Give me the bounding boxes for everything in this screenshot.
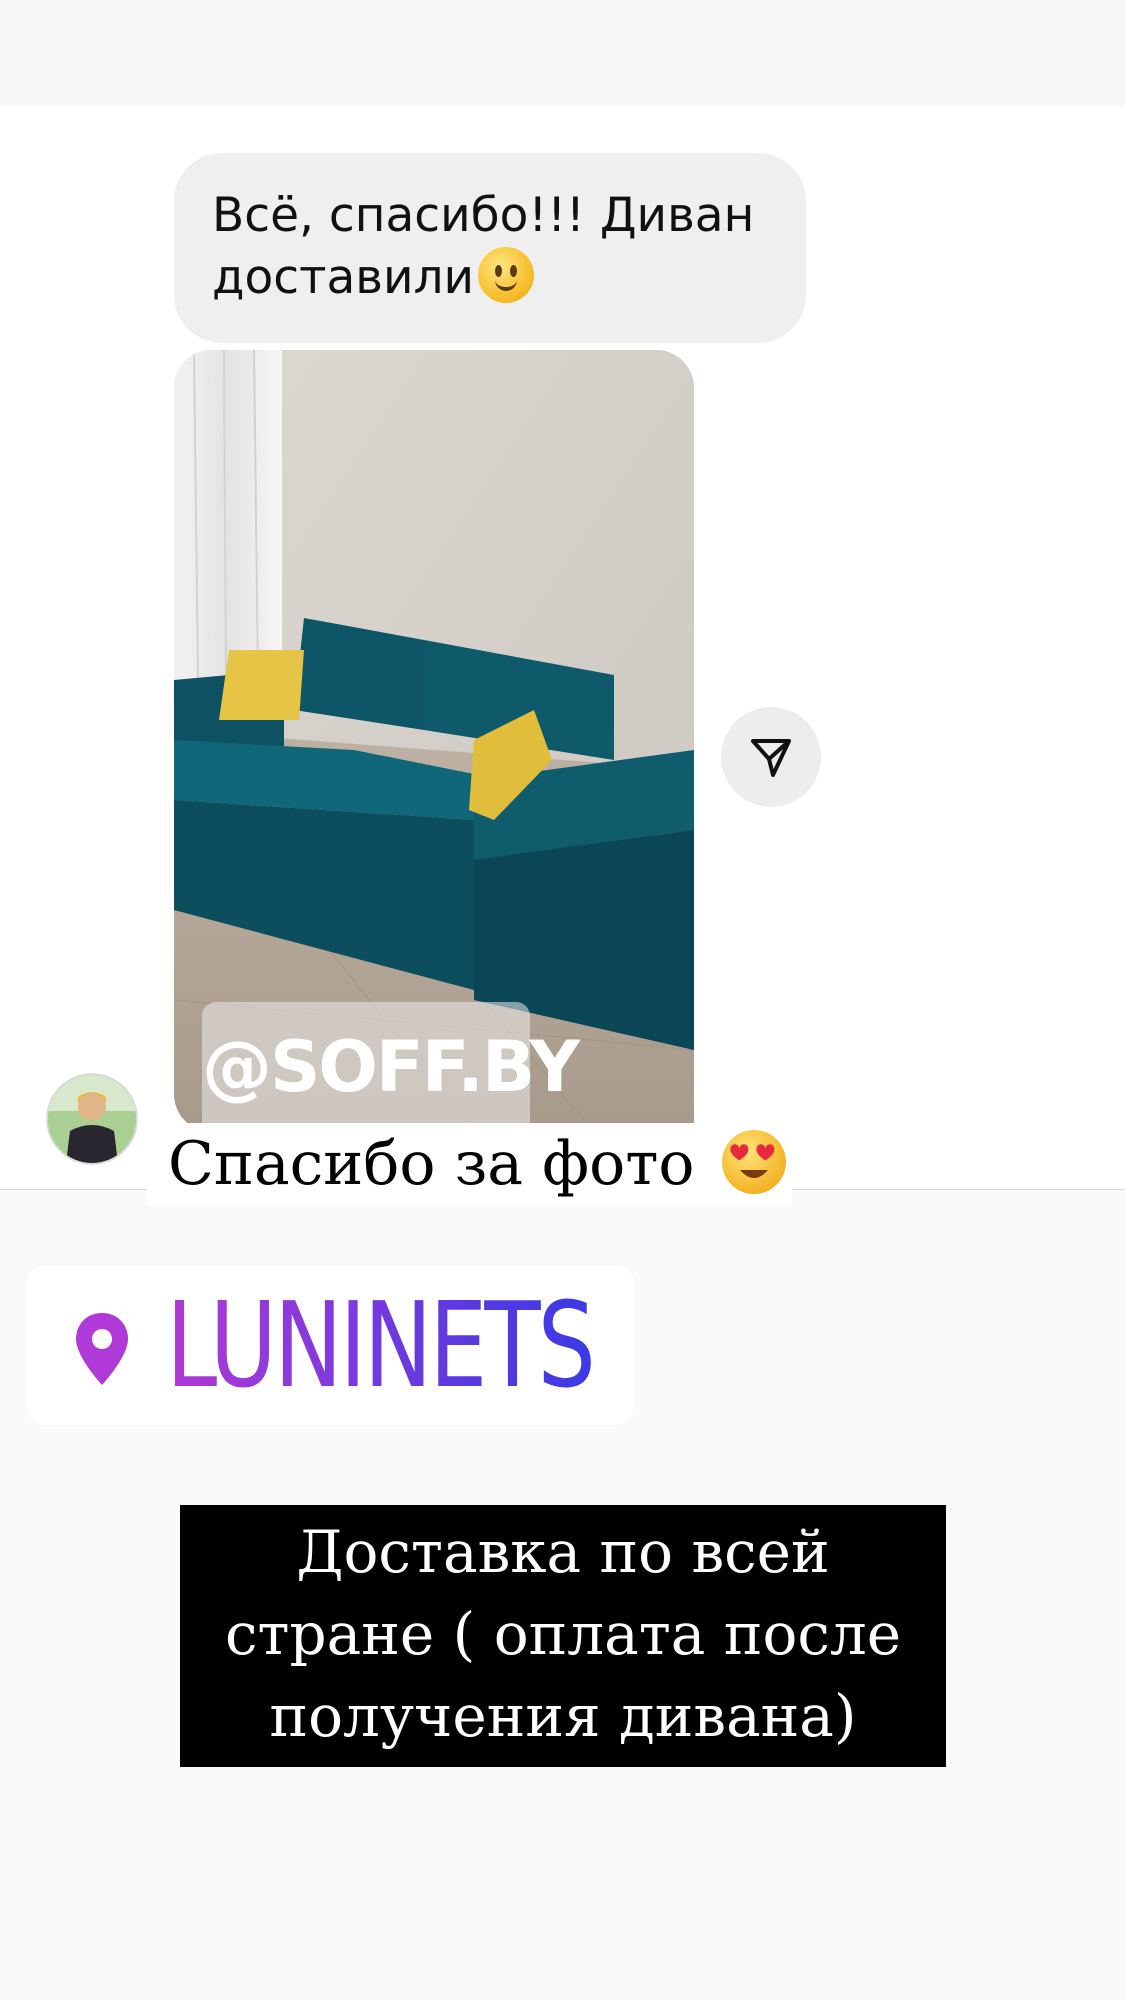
smiling-face-icon — [478, 247, 535, 303]
caption-label: Спасибо за фото — [168, 1129, 695, 1199]
top-bar — [0, 0, 1125, 106]
message-bubble[interactable]: Всё, спасибо!!! Диван доставили — [174, 153, 806, 343]
sofa-photo[interactable]: @SOFF.BY — [174, 350, 694, 1132]
promo-line-3: получения дивана) — [269, 1682, 857, 1750]
paper-plane-icon — [751, 739, 791, 777]
share-button[interactable] — [721, 707, 821, 807]
watermark-label: @SOFF.BY — [202, 1002, 580, 1132]
location-pin-icon — [76, 1313, 128, 1385]
promo-banner: Доставка по всей стране ( оплата после п… — [180, 1505, 946, 1767]
promo-line-2: стране ( оплата после — [224, 1600, 902, 1668]
caption-text: Спасибо за фото — [146, 1123, 792, 1205]
heart-eyes-icon — [721, 1130, 786, 1194]
location-sticker[interactable]: LUNINETS — [26, 1265, 634, 1425]
promo-line-1: Доставка по всей — [296, 1518, 830, 1586]
location-label: LUNINETS — [166, 1276, 596, 1414]
avatar[interactable] — [46, 1073, 138, 1165]
avatar-image — [48, 1075, 136, 1163]
